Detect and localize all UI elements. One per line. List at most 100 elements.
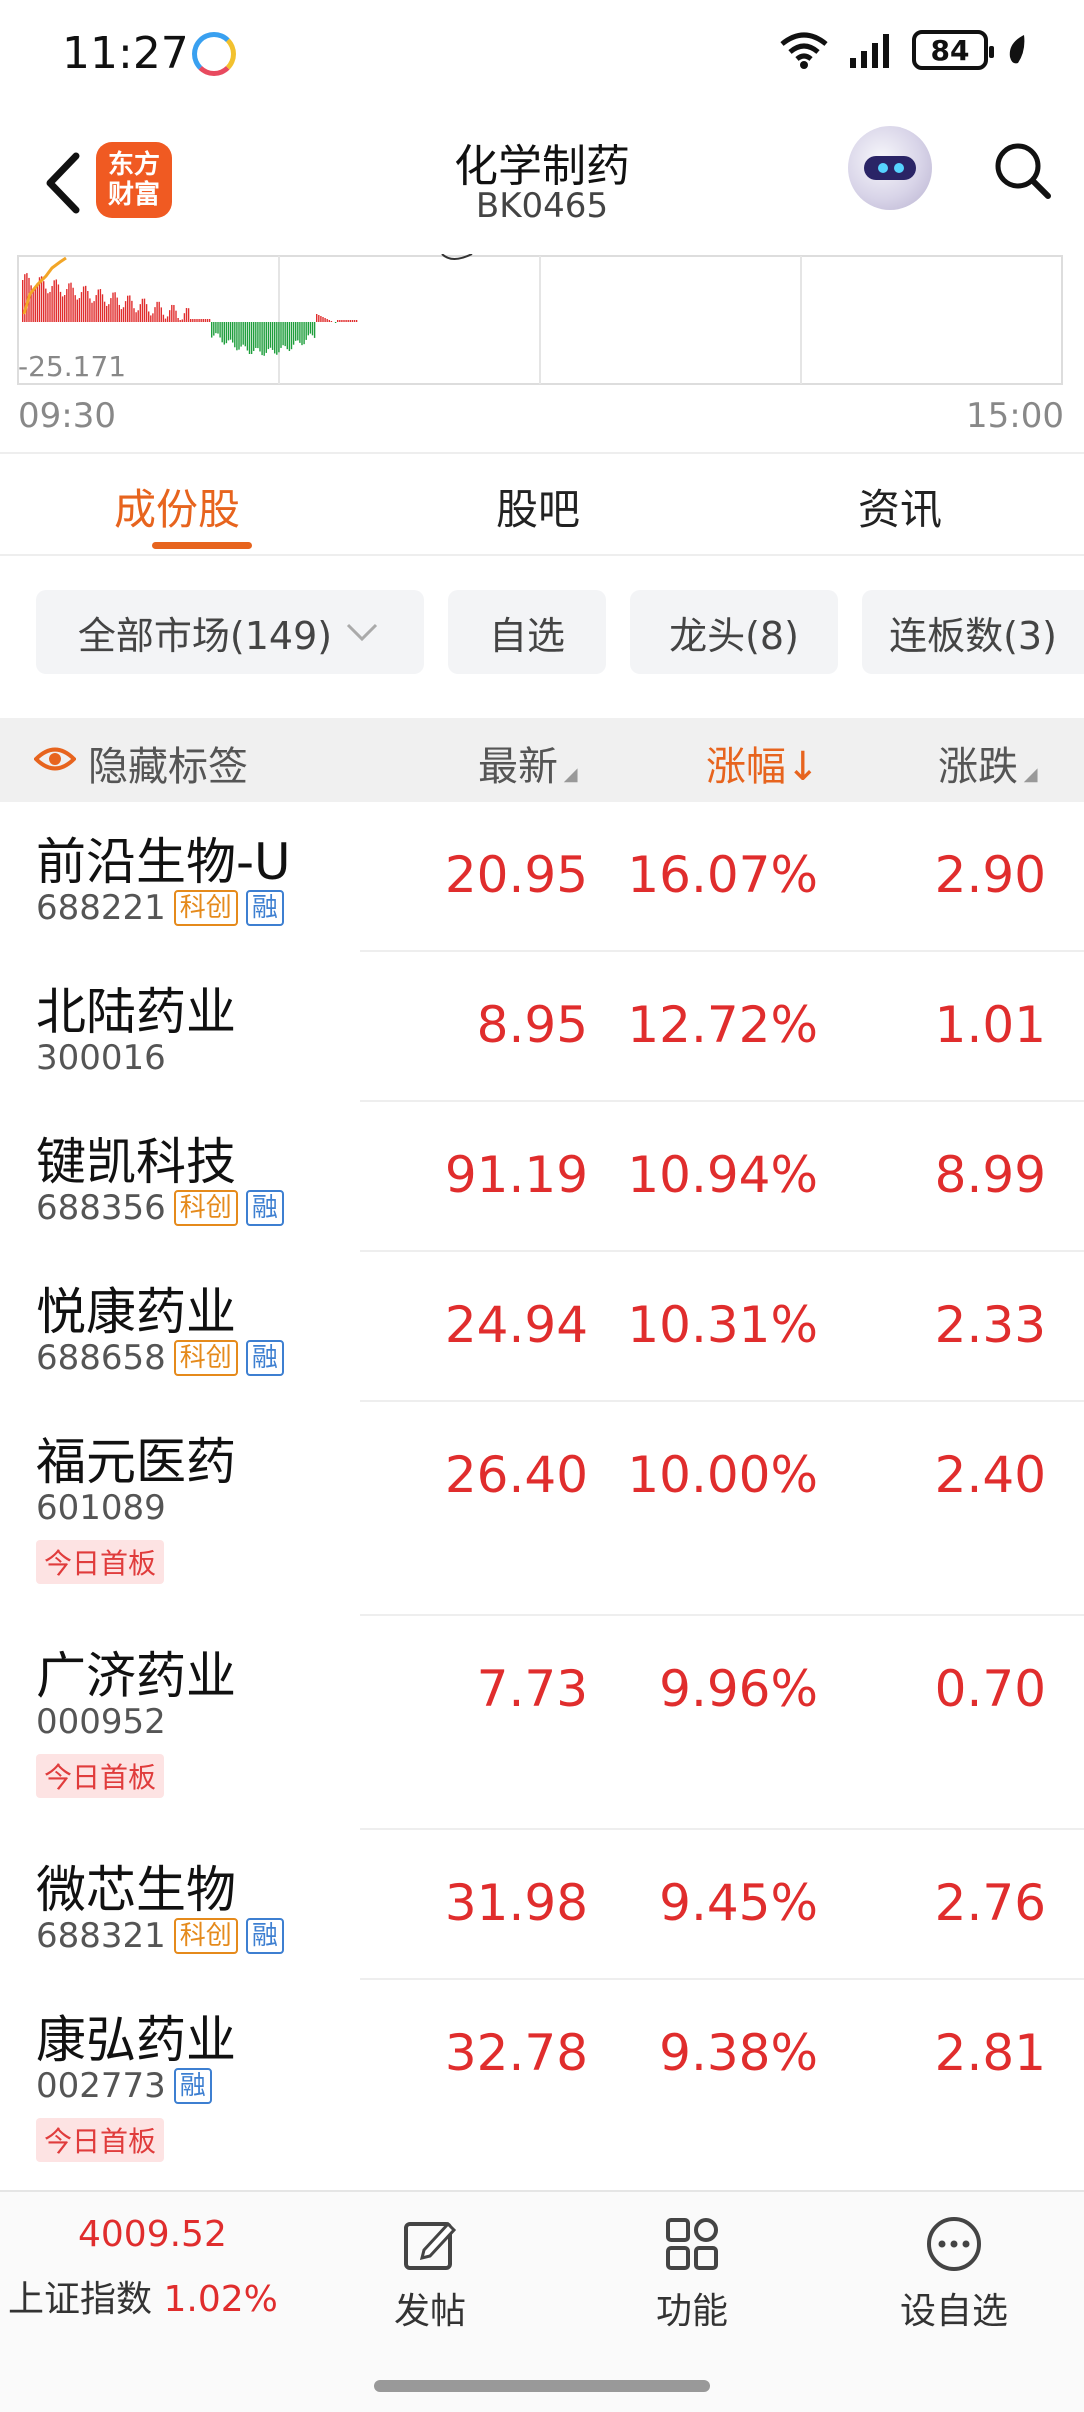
volume-bar xyxy=(85,285,87,322)
volume-bar xyxy=(171,304,173,322)
stock-name: 微芯生物 xyxy=(36,1861,236,1919)
volume-bar xyxy=(276,322,278,355)
volume-bar xyxy=(122,307,125,322)
column-latest[interactable]: 最新 ◢ xyxy=(478,734,578,792)
latest-price: 20.95 xyxy=(444,846,588,904)
volume-bar xyxy=(22,280,24,322)
volume-bar xyxy=(183,313,186,322)
chip-consecutive-limit[interactable]: 连板数(3) xyxy=(862,590,1084,674)
hide-tags-toggle[interactable]: 隐藏标签 xyxy=(88,734,248,792)
tab-news[interactable]: 资讯 xyxy=(858,476,942,537)
column-change-pct[interactable]: 涨幅↓ xyxy=(706,734,820,792)
tag-star-market: 科创 xyxy=(173,1190,238,1226)
volume-bar xyxy=(53,280,55,322)
stock-row[interactable]: 北陆药业 300016 8.95 12.72% 1.01 xyxy=(0,952,1084,1102)
volume-bar xyxy=(328,320,330,322)
first-limit-badge: 今日首板 xyxy=(36,1754,165,1798)
volume-bar xyxy=(154,307,156,322)
volume-bar xyxy=(72,287,74,322)
stock-name: 福元医药 xyxy=(36,1433,236,1491)
stock-row[interactable]: 键凯科技 688356 科创融 91.19 10.94% 8.99 xyxy=(0,1102,1084,1252)
stock-row[interactable]: 康弘药业 002773 融今日首板 32.78 9.38% 2.81 xyxy=(0,1980,1084,2194)
assistant-robot-avatar[interactable] xyxy=(848,126,932,210)
volume-bar xyxy=(282,322,284,346)
stock-row[interactable]: 福元医药 601089 今日首板 26.40 10.00% 2.40 xyxy=(0,1402,1084,1616)
tab-constituents[interactable]: 成份股 xyxy=(114,476,240,537)
tab-bar: 成份股 股吧 资讯 xyxy=(0,452,1084,556)
volume-bar xyxy=(213,322,215,336)
index-pct: 1.02% xyxy=(163,2279,278,2320)
volume-bar xyxy=(311,322,314,336)
chart-start-time: 09:30 xyxy=(18,396,116,436)
volume-bar xyxy=(68,283,70,322)
home-indicator[interactable] xyxy=(374,2380,710,2392)
intraday-mini-chart[interactable]: -25.171 09:30 15:00 xyxy=(0,254,1084,450)
stock-row[interactable]: 悦康药业 688658 科创融 24.94 10.31% 2.33 xyxy=(0,1252,1084,1402)
market-filter-dropdown[interactable]: 全部市场(149) xyxy=(36,590,424,674)
post-button[interactable]: 发帖 xyxy=(350,2214,510,2334)
volume-bar xyxy=(177,317,179,322)
change-amount: 1.01 xyxy=(934,996,1046,1054)
latest-price: 8.95 xyxy=(476,996,588,1054)
search-icon[interactable] xyxy=(990,138,1054,202)
volume-bar xyxy=(32,290,34,322)
volume-bar xyxy=(301,322,303,346)
active-tab-indicator xyxy=(152,542,252,549)
volume-bar xyxy=(290,322,293,350)
eye-icon[interactable] xyxy=(34,742,76,776)
chip-watchlist[interactable]: 自选 xyxy=(448,590,606,674)
tab-guba[interactable]: 股吧 xyxy=(496,476,580,537)
volume-bar xyxy=(24,274,26,322)
volume-bar xyxy=(242,322,244,345)
functions-button[interactable]: 功能 xyxy=(612,2214,772,2334)
mini-chart-canvas xyxy=(17,254,1063,385)
volume-bar xyxy=(185,308,188,322)
volume-bar xyxy=(143,298,146,322)
index-line: 上证指数 1.02% xyxy=(8,2270,278,2322)
add-watchlist-button[interactable]: 设自选 xyxy=(874,2214,1034,2334)
chip-leaders[interactable]: 龙头(8) xyxy=(630,590,838,674)
volume-bar xyxy=(217,322,219,334)
status-icons: 84 xyxy=(778,30,1028,70)
volume-bar xyxy=(116,297,118,322)
volume-bar xyxy=(160,307,162,322)
volume-bar xyxy=(51,286,53,322)
volume-bar xyxy=(55,279,57,322)
volume-bar xyxy=(101,294,104,322)
volume-bar xyxy=(66,289,68,322)
volume-bar xyxy=(158,301,160,322)
stock-row[interactable]: 微芯生物 688321 科创融 31.98 9.45% 2.76 xyxy=(0,1830,1084,1980)
stock-code: 688658 xyxy=(36,1338,166,1378)
volume-bar xyxy=(190,319,192,322)
column-change[interactable]: 涨跌 ◢ xyxy=(938,734,1038,792)
status-bar: 11:27 84 xyxy=(0,0,1084,110)
volume-bar xyxy=(87,291,89,322)
volume-bar xyxy=(353,320,356,322)
stock-row[interactable]: 广济药业 000952 今日首板 7.73 9.96% 0.70 xyxy=(0,1616,1084,1830)
bottom-bar: 4009.52 上证指数 1.02% 发帖 功能 设自选 xyxy=(0,2190,1084,2412)
volume-bar xyxy=(208,319,211,322)
more-icon xyxy=(927,2217,981,2271)
volume-bar xyxy=(261,322,263,356)
stock-code: 601089 xyxy=(36,1488,166,1528)
tag-margin: 融 xyxy=(245,890,284,926)
volume-bar xyxy=(57,284,60,322)
volume-bar xyxy=(97,289,99,322)
index-value: 4009.52 xyxy=(78,2214,227,2255)
volume-bar xyxy=(76,299,78,322)
apps-icon xyxy=(666,2218,718,2270)
tag-margin: 融 xyxy=(245,1190,284,1226)
volume-bar xyxy=(99,289,102,322)
volume-bar xyxy=(145,304,148,322)
volume-bar xyxy=(204,319,207,322)
volume-bar xyxy=(80,292,83,322)
signal-icon xyxy=(850,34,889,68)
tag-star-market: 科创 xyxy=(173,1340,238,1376)
volume-bar xyxy=(36,283,39,322)
volume-bar xyxy=(347,320,349,322)
stock-name: 前沿生物-U xyxy=(36,833,291,891)
volume-bar xyxy=(127,295,129,322)
volume-bar xyxy=(169,310,171,322)
volume-bar xyxy=(148,311,150,322)
stock-row[interactable]: 前沿生物-U 688221 科创融 20.95 16.07% 2.90 xyxy=(0,802,1084,952)
